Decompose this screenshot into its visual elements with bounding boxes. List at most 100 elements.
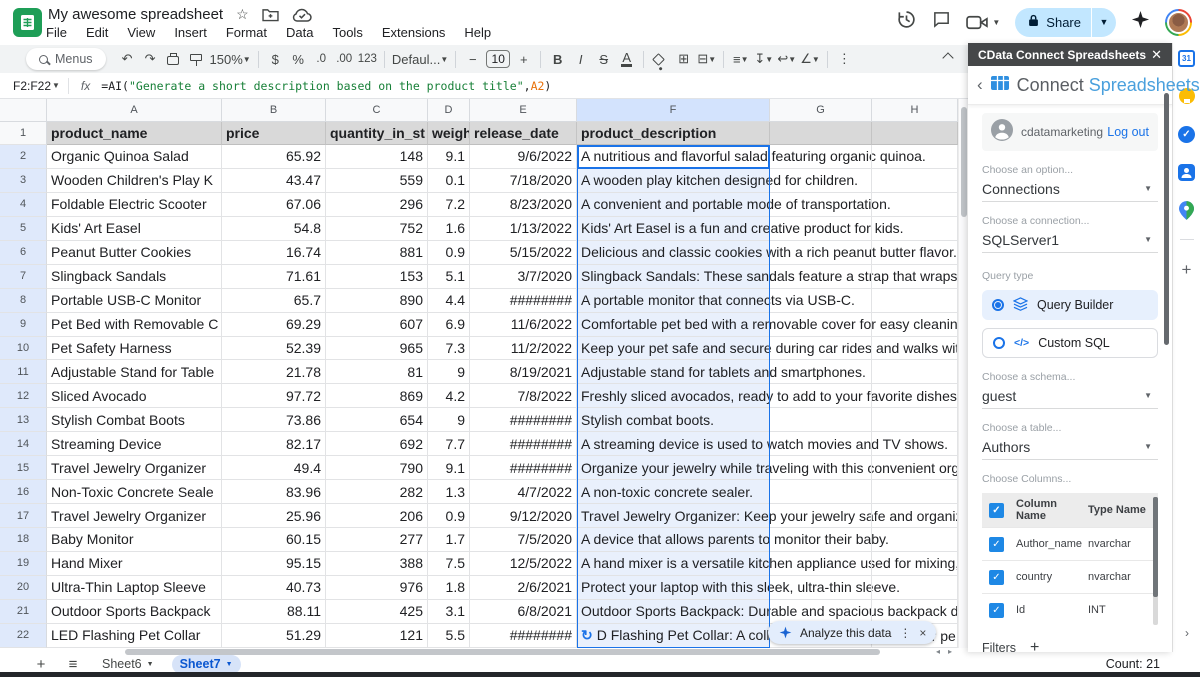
sheet6-menu-icon[interactable]: ▼ (147, 661, 154, 668)
tab-sheet6[interactable]: Sheet6▼ (94, 655, 162, 674)
cell[interactable]: ↻D Flashing Pet Collar: A colla (577, 624, 770, 648)
decrease-font-size-icon[interactable]: − (461, 47, 484, 71)
cell[interactable]: 5/15/2022 (470, 241, 577, 265)
vertical-align-icon[interactable]: ↧▼ (752, 47, 775, 71)
cell[interactable] (770, 122, 872, 145)
cell[interactable]: 9.1 (428, 456, 470, 480)
cell[interactable]: 6/8/2021 (470, 600, 577, 624)
cell[interactable]: A convenient and portable mode of transp… (577, 193, 770, 217)
cell[interactable] (770, 576, 872, 600)
cell[interactable]: 752 (326, 217, 428, 241)
zoom-select[interactable]: 150%▼ (208, 47, 253, 71)
spreadsheet-grid[interactable]: ABCDEFGH1product_namepricequantity_in_st… (0, 99, 968, 648)
row-header-3[interactable]: 3 (0, 169, 47, 193)
paint-format-icon[interactable] (185, 47, 208, 71)
cell[interactable] (872, 408, 958, 432)
vertical-scrollbar[interactable] (958, 99, 968, 648)
cell[interactable]: 88.11 (222, 600, 326, 624)
cell[interactable]: 1.8 (428, 576, 470, 600)
cell[interactable]: 7.5 (428, 552, 470, 576)
merge-cells-icon[interactable]: ⊟▼ (695, 47, 718, 71)
row-header-6[interactable]: 6 (0, 241, 47, 265)
cell[interactable] (770, 384, 872, 408)
cell[interactable]: Kids' Art Easel is a fun and creative pr… (577, 217, 770, 241)
cell[interactable]: 9 (428, 408, 470, 432)
row-header-18[interactable]: 18 (0, 528, 47, 552)
cell[interactable]: 65.7 (222, 289, 326, 313)
cell[interactable] (872, 217, 958, 241)
row-header-2[interactable]: 2 (0, 145, 47, 169)
cell[interactable]: 16.74 (222, 241, 326, 265)
cell[interactable] (770, 408, 872, 432)
cell[interactable]: 95.15 (222, 552, 326, 576)
cell[interactable]: ######## (470, 432, 577, 456)
borders-icon[interactable]: ⊞ (672, 47, 695, 71)
cell[interactable] (770, 289, 872, 313)
cell[interactable]: A wooden play kitchen designed for child… (577, 169, 770, 193)
bold-icon[interactable]: B (546, 47, 569, 71)
analyze-data-chip[interactable]: Analyze this data⋮× (768, 621, 936, 644)
cell[interactable]: 7.3 (428, 337, 470, 361)
cell[interactable]: 82.17 (222, 432, 326, 456)
cell[interactable] (770, 145, 872, 169)
cell[interactable]: Portable USB-C Monitor (47, 289, 222, 313)
row-header-10[interactable]: 10 (0, 337, 47, 361)
cell[interactable]: Organize your jewelry while traveling wi… (577, 456, 770, 480)
cell[interactable]: 121 (326, 624, 428, 648)
cell[interactable]: product_name (47, 122, 222, 145)
cell[interactable]: 2/6/2021 (470, 576, 577, 600)
column-header-G[interactable]: G (770, 99, 872, 122)
cell[interactable] (872, 337, 958, 361)
more-icon[interactable]: ⋮ (833, 47, 856, 71)
cell[interactable] (872, 504, 958, 528)
menu-data[interactable]: Data (286, 25, 313, 40)
cell[interactable]: release_date (470, 122, 577, 145)
cell[interactable]: A device that allows parents to monitor … (577, 528, 770, 552)
cell[interactable]: 1.7 (428, 528, 470, 552)
row-header-8[interactable]: 8 (0, 289, 47, 313)
cell[interactable]: Peanut Butter Cookies (47, 241, 222, 265)
row-header-14[interactable]: 14 (0, 432, 47, 456)
cell[interactable]: 83.96 (222, 480, 326, 504)
redo-icon[interactable]: ↷ (139, 47, 162, 71)
cell[interactable] (770, 169, 872, 193)
column-header-F[interactable]: F (577, 99, 770, 122)
formula-input[interactable]: =AI("Generate a short description based … (101, 79, 551, 93)
cell[interactable]: Delicious and classic cookies with a ric… (577, 241, 770, 265)
logout-link[interactable]: Log out (1107, 125, 1149, 139)
share-dropdown[interactable]: ▼ (1091, 8, 1116, 37)
cell[interactable]: 153 (326, 265, 428, 289)
row-header-22[interactable]: 22 (0, 624, 47, 648)
cell[interactable] (770, 313, 872, 337)
row-header-12[interactable]: 12 (0, 384, 47, 408)
cell[interactable] (770, 337, 872, 361)
cell[interactable]: 0.1 (428, 169, 470, 193)
cell[interactable] (770, 456, 872, 480)
table-select[interactable]: Authors▼ (982, 434, 1158, 460)
cell[interactable] (872, 241, 958, 265)
cell[interactable]: 9 (428, 360, 470, 384)
text-rotation-icon[interactable]: ∠▼ (798, 47, 822, 71)
row-header-21[interactable]: 21 (0, 600, 47, 624)
cell[interactable]: A streaming device is used to watch movi… (577, 432, 770, 456)
document-title[interactable]: My awesome spreadsheet (48, 6, 223, 23)
font-select[interactable]: Defaul...▼ (390, 47, 450, 71)
cell[interactable]: Pet Bed with Removable C (47, 313, 222, 337)
expand-panel-icon[interactable]: › (1173, 626, 1200, 640)
cell[interactable]: 11/6/2022 (470, 313, 577, 337)
cell[interactable]: 7/18/2020 (470, 169, 577, 193)
row-header-15[interactable]: 15 (0, 456, 47, 480)
font-size-input[interactable]: 10 (486, 50, 510, 68)
menu-edit[interactable]: Edit (86, 25, 108, 40)
sheets-logo-icon[interactable] (13, 8, 42, 42)
calendar-icon[interactable]: 31 (1178, 49, 1196, 67)
text-wrap-icon[interactable]: ↩▼ (775, 47, 798, 71)
increase-font-size-icon[interactable]: + (512, 47, 535, 71)
name-box-dropdown-icon[interactable]: ▼ (52, 81, 60, 90)
cell[interactable]: Protect your laptop with this sleek, ult… (577, 576, 770, 600)
cell[interactable]: 425 (326, 600, 428, 624)
row-header-20[interactable]: 20 (0, 576, 47, 600)
move-folder-icon[interactable] (262, 8, 279, 22)
scroll-right-icon[interactable]: ▸ (948, 647, 952, 656)
cell[interactable]: price (222, 122, 326, 145)
